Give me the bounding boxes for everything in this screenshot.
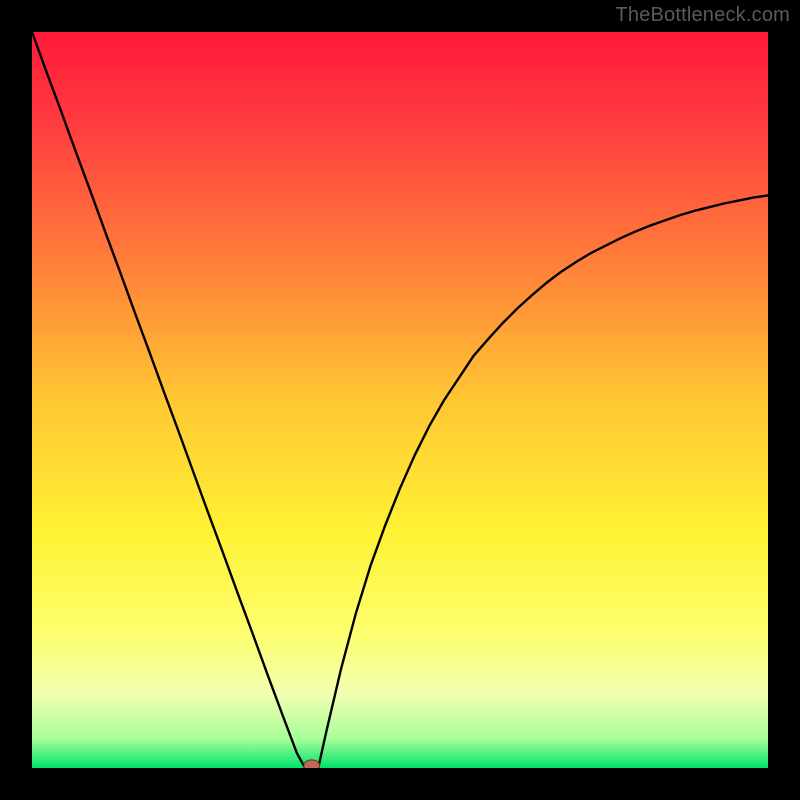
watermark-label: TheBottleneck.com: [615, 4, 790, 27]
gradient-background: [32, 32, 768, 768]
plot-area: [32, 32, 768, 768]
optimal-point-marker: [304, 760, 320, 768]
bottleneck-curve-chart: [32, 32, 768, 768]
chart-frame: TheBottleneck.com: [0, 0, 800, 800]
